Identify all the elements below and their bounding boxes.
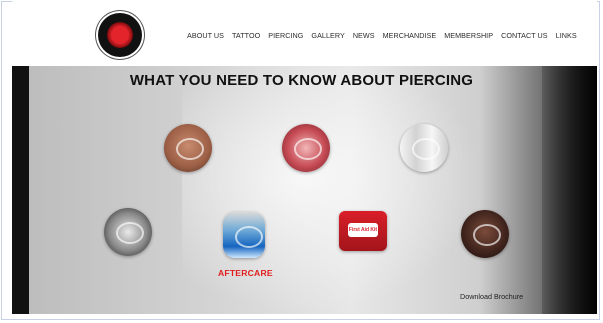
spiral-jewelry-mark bbox=[473, 224, 501, 246]
nav-item-news[interactable]: NEWS bbox=[353, 31, 375, 40]
page-title: WHAT YOU NEED TO KNOW ABOUT PIERCING bbox=[129, 72, 474, 89]
download-brochure-link[interactable]: Download Brochure bbox=[460, 292, 523, 301]
main-navigation: ABOUT US TATTOO PIERCING GALLERY NEWS ME… bbox=[187, 31, 585, 40]
needle-mark bbox=[116, 222, 144, 244]
nav-item-merchandise[interactable]: MERCHANDISE bbox=[383, 31, 437, 40]
site-header: ABOUT US TATTOO PIERCING GALLERY NEWS ME… bbox=[12, 0, 597, 66]
nav-item-links[interactable]: LINKS bbox=[556, 31, 577, 40]
nav-item-gallery[interactable]: GALLERY bbox=[311, 31, 344, 40]
lip-piercing-mark bbox=[294, 138, 322, 160]
aftercare-bottle-mark bbox=[235, 226, 263, 248]
hero-section bbox=[12, 66, 597, 314]
nav-item-membership[interactable]: MEMBERSHIP bbox=[444, 31, 493, 40]
logo-icon[interactable] bbox=[98, 13, 142, 57]
first-aid-kit-icon[interactable] bbox=[339, 211, 387, 251]
lip-piercing-icon[interactable] bbox=[282, 124, 330, 172]
jewelry-mark bbox=[412, 138, 440, 160]
jewelry-icon[interactable] bbox=[400, 124, 448, 172]
aftercare-link[interactable]: AFTERCARE bbox=[218, 268, 273, 278]
spiral-jewelry-icon[interactable] bbox=[461, 210, 509, 258]
ear-piercing-mark bbox=[176, 138, 204, 160]
nav-item-piercing[interactable]: PIERCING bbox=[268, 31, 303, 40]
nav-item-about-us[interactable]: ABOUT US bbox=[187, 31, 224, 40]
needle-icon[interactable] bbox=[104, 208, 152, 256]
nav-item-tattoo[interactable]: TATTOO bbox=[232, 31, 260, 40]
ear-piercing-icon[interactable] bbox=[164, 124, 212, 172]
first-aid-kit-mark bbox=[348, 223, 378, 237]
nav-item-contact-us[interactable]: CONTACT US bbox=[501, 31, 548, 40]
aftercare-bottle-icon[interactable] bbox=[223, 212, 265, 258]
logo-emblem bbox=[107, 22, 133, 48]
